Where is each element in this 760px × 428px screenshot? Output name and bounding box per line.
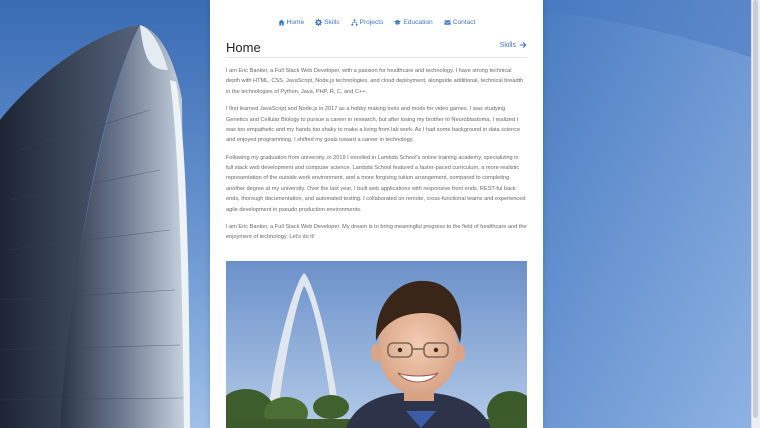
- about-paragraph-1: I am Eric Banker, a Full Stack Web Devel…: [226, 68, 524, 95]
- next-section-label: Skills: [499, 41, 516, 49]
- page-scrollbar[interactable]: [751, 0, 760, 428]
- arrow-right-icon: [520, 42, 527, 48]
- nav-item-home[interactable]: Home: [278, 15, 305, 29]
- about-paragraph-4: I am Eric Banker, a Full Stack Web Devel…: [226, 224, 527, 241]
- page-title: Home: [226, 40, 261, 55]
- title-divider: [226, 57, 527, 58]
- nav-item-projects[interactable]: Projects: [350, 15, 384, 29]
- content-panel: Home Skills Projects Education Contact H…: [210, 0, 543, 428]
- gear-icon: [315, 18, 323, 26]
- profile-photo: [226, 261, 527, 428]
- home-icon: [278, 18, 285, 26]
- nav-label-projects: Projects: [359, 18, 384, 26]
- nav-label-skills: Skills: [324, 18, 340, 26]
- scrollbar-thumb[interactable]: [753, 0, 758, 418]
- next-section-link[interactable]: Skills: [500, 41, 527, 49]
- nav-label-contact: Contact: [452, 18, 476, 26]
- envelope-icon: [444, 19, 451, 25]
- nav-label-home: Home: [286, 18, 305, 26]
- top-nav: Home Skills Projects Education Contact: [210, 15, 543, 29]
- about-text: I am Eric Banker, a Full Stack Web Devel…: [226, 66, 527, 250]
- about-paragraph-3: Following my graduation from university,…: [226, 154, 526, 213]
- nav-item-contact[interactable]: Contact: [444, 15, 476, 29]
- nav-label-education: Education: [403, 18, 433, 26]
- sitemap-icon: [350, 18, 358, 26]
- nav-item-education[interactable]: Education: [394, 15, 433, 29]
- nav-item-skills[interactable]: Skills: [315, 15, 340, 29]
- about-paragraph-2: I first learned JavaScript and Node.js i…: [226, 106, 521, 144]
- graduation-cap-icon: [394, 19, 402, 24]
